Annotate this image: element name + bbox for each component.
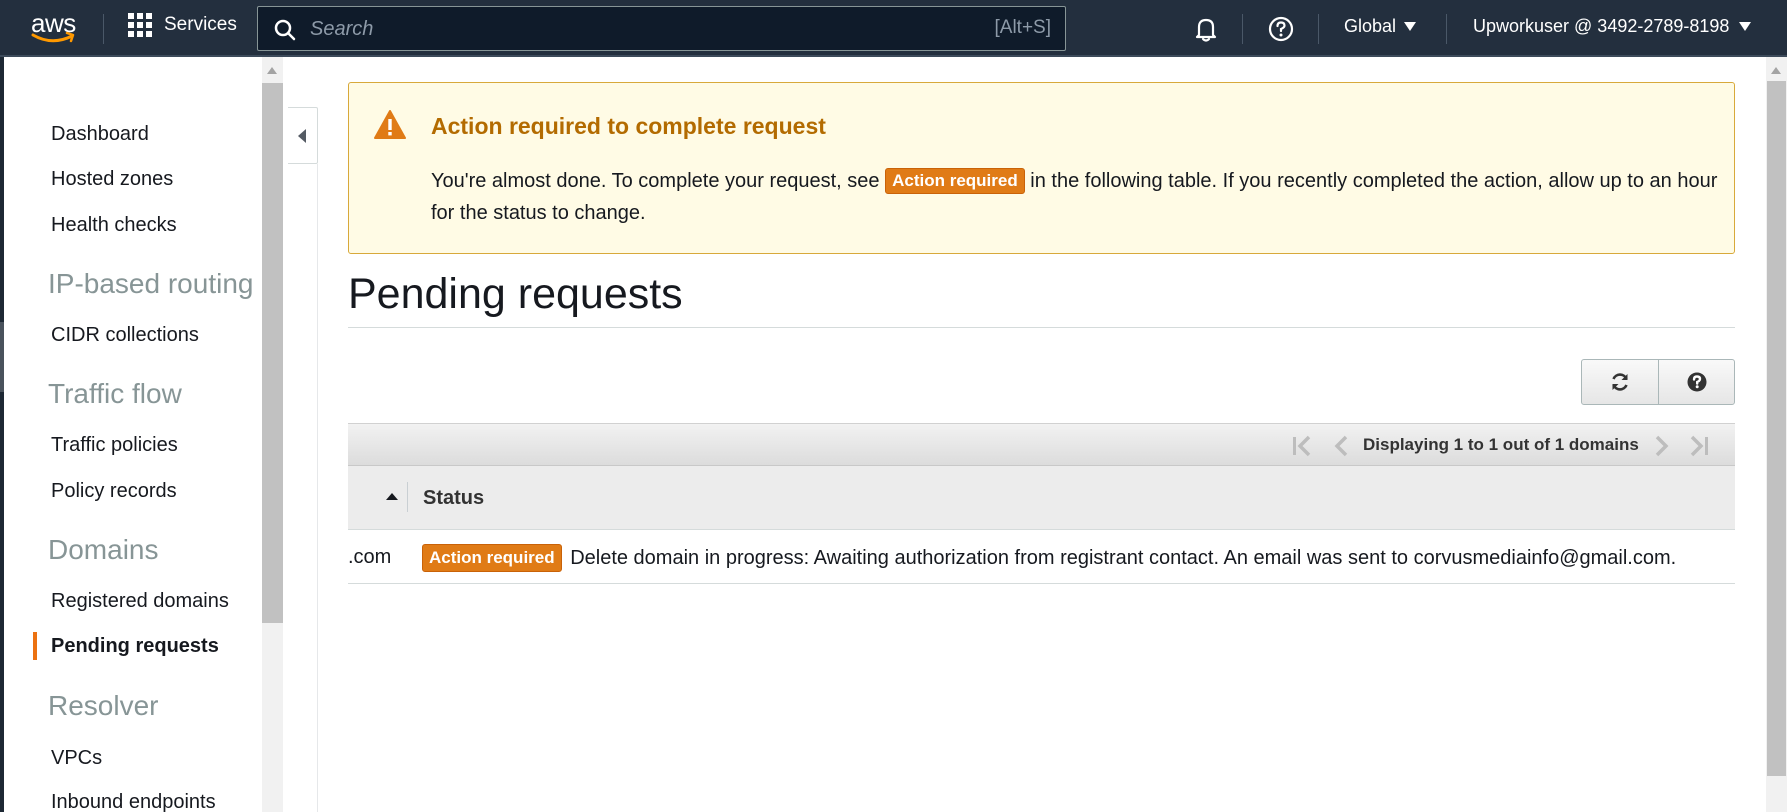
page-title: Pending requests [348,270,683,318]
table-actions [1581,359,1735,405]
pagination-status: Displaying 1 to 1 out of 1 domains [1363,435,1639,454]
question-circle-icon [1687,372,1706,392]
search-box[interactable]: [Alt+S] [257,6,1066,51]
sidebar-item-health-checks[interactable]: Health checks [51,214,177,237]
sidebar-section-domains: Domains [48,534,159,565]
help-button[interactable] [1658,360,1734,404]
nav-divider [1318,14,1319,44]
account-label: Upworkuser @ 3492-2789-8198 [1473,16,1730,36]
warning-icon [374,110,406,139]
sidebar-item-registered-domains[interactable]: Registered domains [51,590,229,613]
alert-body: You're almost done. To complete your req… [431,165,1721,229]
search-input[interactable] [310,13,910,45]
sidebar-section-ip-based-routing: IP-based routing [48,268,254,299]
status-text: Delete domain in progress: Awaiting auth… [570,547,1677,569]
caret-down-icon [1404,22,1417,31]
sidebar-section-traffic-flow: Traffic flow [48,378,182,409]
help-button[interactable] [1266,14,1296,44]
sidebar-scrollbar-thumb[interactable] [262,83,283,623]
scroll-up-icon[interactable] [1771,67,1781,74]
sort-ascending-icon[interactable] [386,493,398,500]
table-row[interactable]: .com Action required Delete domain in pr… [348,530,1735,584]
help-icon [1268,16,1294,42]
region-label: Global [1344,16,1397,36]
last-page-icon[interactable] [1687,435,1711,457]
scroll-up-icon[interactable] [267,67,277,74]
chevron-left-icon [298,129,306,143]
previous-page-icon[interactable] [1332,435,1350,457]
aws-smile-icon [31,31,75,43]
pagination-bar: Displaying 1 to 1 out of 1 domains [348,423,1735,466]
search-shortcut-hint: [Alt+S] [994,17,1052,38]
alert-title: Action required to complete request [431,113,826,139]
nav-divider [1446,14,1447,44]
account-menu[interactable]: Upworkuser @ 3492-2789-8198 [1473,16,1752,37]
alert-body-text: You're almost done. To complete your req… [431,170,880,192]
sidebar-item-inbound-endpoints[interactable]: Inbound endpoints [51,791,216,812]
first-page-icon[interactable] [1290,435,1314,457]
region-selector[interactable]: Global [1344,16,1417,37]
action-required-alert: Action required to complete request You'… [348,82,1735,254]
top-navigation: aws Services [Alt+S] Glo [0,0,1787,57]
refresh-icon [1612,373,1628,391]
services-menu-button[interactable]: Services [128,13,237,37]
page-scrollbar[interactable] [1766,57,1787,812]
sidebar-section-resolver: Resolver [48,690,159,721]
table-header: Status [348,466,1735,530]
nav-divider [103,14,104,44]
action-required-badge: Action required [422,544,562,572]
column-header-status[interactable]: Status [423,487,484,510]
sidebar-item-vpcs[interactable]: VPCs [51,747,102,770]
sidebar-item-hosted-zones[interactable]: Hosted zones [51,168,173,191]
sidebar-scrollbar[interactable] [262,57,283,812]
sidebar: Dashboard Hosted zones Health checks IP-… [4,57,262,812]
notifications-button[interactable] [1191,14,1221,44]
sidebar-item-dashboard[interactable]: Dashboard [51,123,149,146]
page-scrollbar-thumb[interactable] [1767,81,1786,776]
caret-down-icon [1739,22,1752,31]
sidebar-item-pending-requests[interactable]: Pending requests [51,635,219,658]
search-icon [274,19,296,41]
sidebar-item-policy-records[interactable]: Policy records [51,480,177,503]
nav-divider [1242,14,1243,44]
next-page-icon[interactable] [1653,435,1671,457]
title-divider [348,327,1735,328]
aws-logo[interactable]: aws [30,8,82,46]
active-item-indicator [33,632,37,660]
collapse-sidebar-button[interactable] [288,107,318,164]
domain-name-cell[interactable]: .com [348,546,391,569]
sidebar-item-cidr-collections[interactable]: CIDR collections [51,324,199,347]
bell-icon [1195,18,1217,42]
status-cell: Action required Delete domain in progres… [422,544,1676,572]
action-required-badge: Action required [885,168,1025,194]
column-separator [407,482,408,512]
refresh-button[interactable] [1582,360,1658,404]
services-label: Services [164,14,237,35]
content-divider [317,164,318,812]
grid-icon [128,13,152,37]
sidebar-item-traffic-policies[interactable]: Traffic policies [51,434,178,457]
